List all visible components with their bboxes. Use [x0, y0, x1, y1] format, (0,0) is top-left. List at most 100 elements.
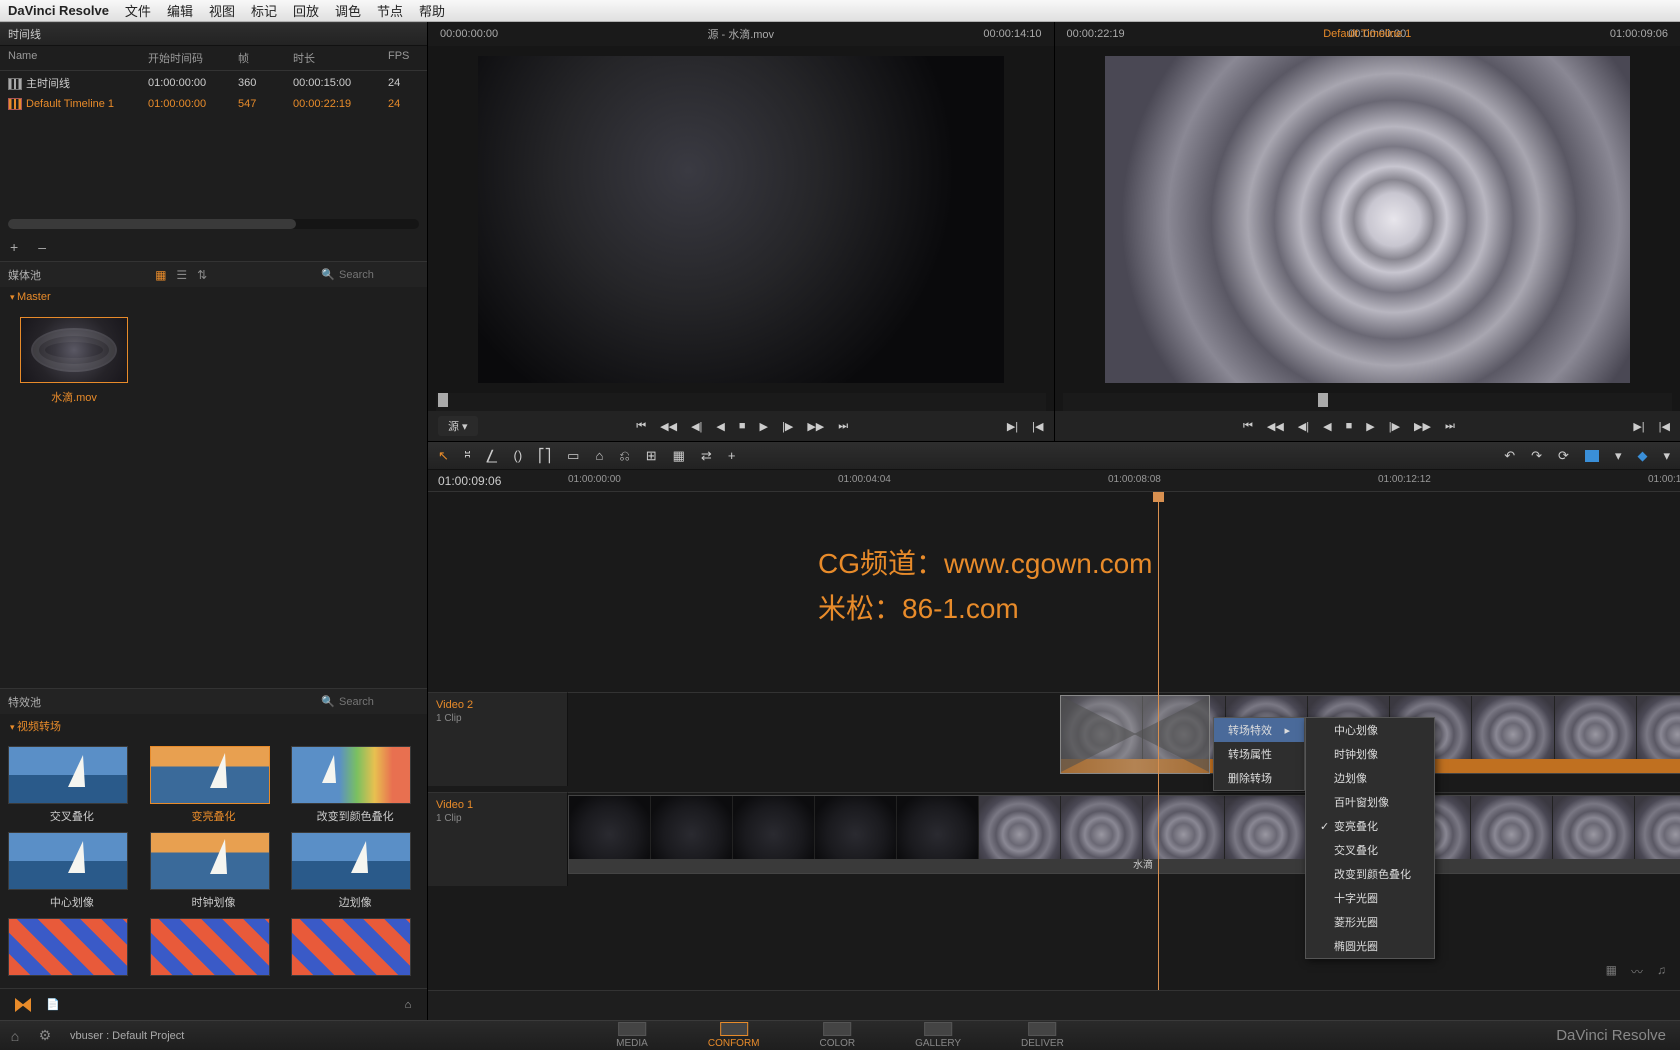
transport-button[interactable]: ⏮	[636, 420, 646, 433]
menu-mark[interactable]: 标记	[251, 1, 277, 20]
fx-thumbnail[interactable]	[150, 746, 270, 804]
menu-edit[interactable]: 编辑	[167, 1, 193, 20]
menu-item[interactable]: 转场特效▸	[1214, 718, 1304, 742]
transport-button[interactable]: ◀|	[1298, 420, 1309, 433]
rec-scrubber[interactable]	[1063, 393, 1673, 411]
fx-thumbnail[interactable]	[8, 918, 128, 976]
fx-thumbnail[interactable]	[291, 918, 411, 976]
inout-button[interactable]: |◀	[1659, 420, 1670, 433]
transport-button[interactable]: ◀◀	[1267, 420, 1284, 433]
swap-tool[interactable]: ⇄	[701, 448, 712, 464]
transport-button[interactable]: |▶	[782, 420, 793, 433]
bowtie-icon[interactable]	[10, 996, 28, 1014]
transport-button[interactable]: ◀	[716, 420, 724, 433]
fx-thumbnail[interactable]	[291, 832, 411, 890]
context-menu[interactable]: 转场特效▸转场属性删除转场	[1213, 717, 1305, 791]
menu-color[interactable]: 调色	[335, 1, 361, 20]
plus-tool[interactable]: +	[728, 448, 736, 463]
transport-button[interactable]: ■	[739, 420, 746, 433]
transport-button[interactable]: ⏭	[1445, 420, 1455, 433]
fit-tool[interactable]: ⊞	[646, 448, 657, 464]
col-start[interactable]: 开始时间码	[148, 50, 238, 66]
menu-item[interactable]: 交叉叠化	[1306, 838, 1434, 862]
menu-help[interactable]: 帮助	[419, 1, 445, 20]
replace-tool[interactable]: ⎌	[619, 448, 629, 464]
settings-button[interactable]: ⚙	[30, 1027, 60, 1044]
fx-item[interactable]: 交叉叠化	[8, 746, 136, 824]
menu-item[interactable]: 改变到颜色叠化	[1306, 862, 1434, 886]
fx-item[interactable]	[150, 918, 278, 980]
fx-item[interactable]: 中心划像	[8, 832, 136, 910]
timeline-row[interactable]: 主时间线 01:00:00:00 360 00:00:15:00 24	[0, 71, 427, 93]
track-header-v1[interactable]: Video 1 1 Clip	[428, 792, 568, 886]
slip-tool[interactable]: ()	[513, 448, 522, 463]
list-view-icon[interactable]: ☰	[176, 268, 187, 282]
timeline-ruler[interactable]: 01:00:09:06 01:00:00:0001:00:04:0401:00:…	[428, 470, 1680, 492]
menu-item[interactable]: 十字光圈	[1306, 886, 1434, 910]
col-dur[interactable]: 时长	[293, 50, 388, 66]
col-name[interactable]: Name	[8, 50, 148, 66]
menu-item[interactable]: 中心划像	[1306, 718, 1434, 742]
menu-playback[interactable]: 回放	[293, 1, 319, 20]
transport-button[interactable]: ■	[1346, 420, 1353, 433]
rec-display[interactable]	[1105, 56, 1631, 383]
menu-item[interactable]: 百叶窗划像	[1306, 790, 1434, 814]
remove-timeline-button[interactable]: –	[38, 239, 46, 255]
fx-thumbnail[interactable]	[291, 746, 411, 804]
page-media[interactable]: MEDIA	[616, 1022, 648, 1049]
search-icon[interactable]: 🔍	[321, 268, 335, 281]
col-fps[interactable]: FPS	[388, 50, 428, 66]
playhead[interactable]	[1158, 492, 1159, 990]
fx-item[interactable]	[291, 918, 419, 980]
fx-item[interactable]	[8, 918, 136, 980]
menu-item[interactable]: 删除转场	[1214, 766, 1304, 790]
col-frames[interactable]: 帧	[238, 50, 293, 66]
page-icon[interactable]: 📄	[44, 996, 62, 1014]
fx-thumbnail[interactable]	[8, 832, 128, 890]
fx-search-input[interactable]	[339, 696, 419, 708]
fx-thumbnail[interactable]	[150, 832, 270, 890]
ripple-tool[interactable]: ⎳	[486, 448, 497, 464]
page-gallery[interactable]: GALLERY	[915, 1022, 961, 1049]
menu-item[interactable]: 时钟划像	[1306, 742, 1434, 766]
flag-dropdown[interactable]: ▾	[1615, 448, 1622, 464]
fx-thumbnail[interactable]	[150, 918, 270, 976]
waveform-icon[interactable]: 〰	[1631, 963, 1643, 980]
menu-item[interactable]: 菱形光圈	[1306, 910, 1434, 934]
src-display[interactable]	[478, 56, 1004, 383]
transport-button[interactable]: ▶▶	[1414, 420, 1431, 433]
media-clip[interactable]: 水滴.mov	[20, 317, 128, 405]
redo-button[interactable]: ↷	[1531, 448, 1542, 464]
fx-category[interactable]: 视频转场	[0, 714, 427, 738]
inout-button[interactable]: |◀	[1032, 420, 1043, 433]
master-bin[interactable]: Master	[0, 287, 427, 307]
timeline-list-scrollbar[interactable]	[8, 219, 419, 229]
context-submenu[interactable]: 中心划像时钟划像边划像百叶窗划像✓变亮叠化交叉叠化改变到颜色叠化十字光圈菱形光圈…	[1305, 717, 1435, 959]
track-header-v2[interactable]: Video 2 1 Clip	[428, 692, 568, 786]
fx-item[interactable]: 变亮叠化	[150, 746, 278, 824]
audio-icon[interactable]: ♫	[1657, 963, 1666, 980]
marker-dropdown[interactable]: ▾	[1663, 448, 1670, 464]
trim-tool[interactable]: ⎶	[465, 448, 470, 464]
transport-button[interactable]: ⏮	[1243, 420, 1253, 433]
transport-button[interactable]: ◀◀	[660, 420, 677, 433]
fx-item[interactable]: 时钟划像	[150, 832, 278, 910]
page-conform[interactable]: CONFORM	[708, 1022, 760, 1049]
refresh-button[interactable]: ⟳	[1558, 448, 1569, 464]
add-timeline-button[interactable]: +	[10, 239, 18, 255]
thumbnails-icon[interactable]: ▦	[1606, 963, 1617, 980]
flag-icon[interactable]	[1585, 450, 1599, 462]
src-mode-label[interactable]: 源 ▾	[438, 416, 478, 436]
inout-button[interactable]: ▶|	[1633, 420, 1644, 433]
transport-button[interactable]: ▶	[1366, 420, 1374, 433]
transport-button[interactable]: ◀|	[691, 420, 702, 433]
timeline-body[interactable]: CG频道：www.cgown.com 米松：86-1.com Video 2 1…	[428, 492, 1680, 990]
append-tool[interactable]: ▦	[673, 448, 685, 464]
menu-view[interactable]: 视图	[209, 1, 235, 20]
transport-button[interactable]: ◀	[1323, 420, 1331, 433]
clip-thumbnail[interactable]	[20, 317, 128, 383]
fx-thumbnail[interactable]	[8, 746, 128, 804]
timeline-row[interactable]: Default Timeline 1 01:00:00:00 547 00:00…	[0, 93, 427, 115]
search-icon[interactable]: 🔍	[321, 695, 335, 708]
transport-button[interactable]: ▶	[760, 420, 768, 433]
